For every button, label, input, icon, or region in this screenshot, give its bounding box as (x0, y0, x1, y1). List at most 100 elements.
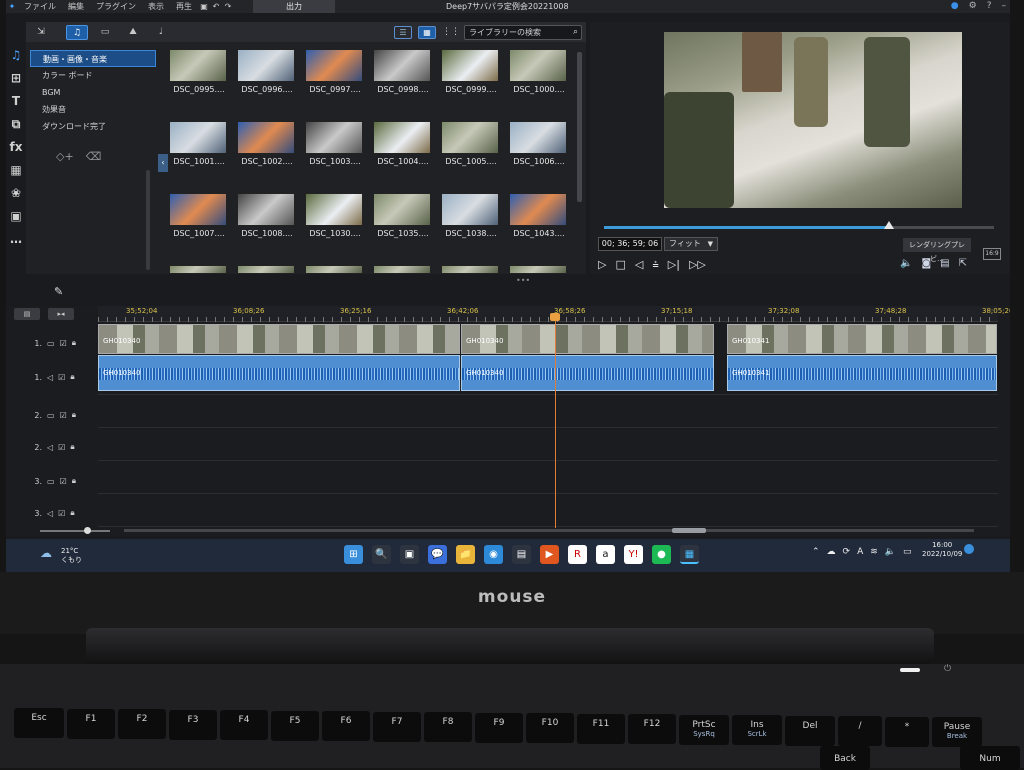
tab-all-media[interactable]: ♫ (66, 25, 88, 40)
lock-icon[interactable]: 🔒︎ (72, 476, 76, 486)
volume-icon[interactable]: 🔈 (900, 258, 912, 269)
render-preview-button[interactable]: レンダリングプレビ... (903, 238, 971, 263)
media-thumbnail-partial[interactable] (169, 265, 229, 274)
media-thumbnail[interactable]: DSC_1001.... (169, 121, 229, 166)
media-thumbnail[interactable]: DSC_0999.... (441, 49, 501, 94)
menu-play[interactable]: 再生 (170, 0, 198, 13)
media-thumbnail[interactable]: DSC_0998.... (373, 49, 433, 94)
media-thumbnail[interactable]: DSC_1035.... (373, 193, 433, 238)
more-icon[interactable]: … (6, 228, 26, 251)
lock-icon[interactable]: 🔒︎ (72, 338, 76, 348)
taskbar-clock[interactable]: 16:00 2022/10/09 (922, 541, 962, 559)
chat-icon[interactable]: 💬 (428, 545, 447, 564)
fast-forward-icon[interactable]: ▷▷ (689, 258, 706, 272)
timeline-ruler[interactable]: 35;52;04 36;08;26 36;25;16 36;42;06 36;58;26… (98, 306, 1010, 322)
wifi-icon[interactable]: ≋ (870, 545, 878, 559)
lock-icon[interactable]: 🔒︎ (72, 410, 76, 420)
lock-icon[interactable]: 🔒︎ (70, 372, 74, 382)
track-enable-checkbox[interactable]: ☑ (58, 443, 65, 452)
media-room-icon[interactable]: ♫ (6, 44, 26, 67)
prev-frame-icon[interactable]: ◁ (635, 258, 643, 272)
video-clip[interactable]: GH010340 (461, 324, 714, 354)
video-track-icon[interactable]: ▭ (47, 411, 55, 420)
import-icon[interactable]: ⇲ (30, 25, 52, 40)
timeline-zoom-handle[interactable] (84, 527, 91, 534)
lock-icon[interactable]: 🔒︎ (70, 508, 74, 518)
tab-video[interactable]: ▭ (94, 25, 116, 40)
playhead-line[interactable] (555, 318, 556, 528)
menu-edit[interactable]: 編集 (62, 0, 90, 13)
speaker-icon[interactable]: 🔈 (885, 545, 896, 559)
aspect-ratio-badge[interactable]: 16:9 (983, 248, 1001, 260)
file-explorer-icon[interactable]: 📁 (456, 545, 475, 564)
library-search-input[interactable]: ライブラリーの検索 ⌕ (464, 25, 582, 40)
start-icon[interactable]: ⊞ (344, 545, 363, 564)
category-sfx[interactable]: 効果音 (30, 101, 156, 118)
fit-timeline-button[interactable]: ▸◂ (48, 308, 74, 320)
redo-icon[interactable]: ↷ (222, 0, 234, 13)
media-thumbnail-partial[interactable] (373, 265, 433, 274)
key-del[interactable]: Del (785, 715, 835, 746)
chevron-up-icon[interactable]: ⌃ (812, 545, 820, 559)
key-f9[interactable]: F9 (475, 712, 523, 743)
account-icon[interactable]: ● (951, 0, 959, 13)
media-thumbnail[interactable]: DSC_0997.... (305, 49, 365, 94)
youtube-icon[interactable]: ▶ (540, 545, 559, 564)
audio-track-icon[interactable]: ◁ (47, 373, 53, 382)
undo-icon[interactable]: ↶ (210, 0, 222, 13)
menu-file[interactable]: ファイル (18, 0, 62, 13)
grid-view-icon[interactable]: ▦ (418, 26, 436, 39)
yahoo-icon[interactable]: Y! (624, 545, 643, 564)
subtitle-icon[interactable]: ▤ (940, 258, 949, 269)
minimize-icon[interactable]: – (1002, 0, 1007, 13)
more-grid-icon[interactable]: ⋮⋮ (440, 25, 462, 40)
library-scrollbar[interactable] (577, 52, 582, 202)
timeline-zoom-slider[interactable] (40, 530, 110, 532)
preview-scrubber-progress[interactable] (604, 226, 889, 229)
tab-image[interactable]: ⛰ (122, 25, 144, 40)
powerdirector-icon[interactable]: ▦ (680, 545, 699, 564)
video-clip[interactable]: GH010341 (727, 324, 997, 354)
menu-plugin[interactable]: プラグイン (90, 0, 142, 13)
key-f6[interactable]: F6 (322, 711, 370, 741)
timecode-display[interactable]: 00; 36; 59; 06 (598, 237, 662, 251)
media-thumbnail-partial[interactable] (509, 265, 569, 274)
media-thumbnail[interactable]: DSC_1005.... (441, 121, 501, 166)
notification-icon[interactable] (964, 544, 974, 554)
playhead-handle[interactable] (550, 313, 560, 321)
cloud-sync-icon[interactable]: ☁ (827, 545, 836, 559)
video-track-icon[interactable]: ▭ (47, 339, 55, 348)
media-thumbnail[interactable]: DSC_0996.... (237, 49, 297, 94)
split-icon[interactable]: ⩮ (652, 258, 658, 272)
settings-icon[interactable]: ⚙ (969, 0, 977, 13)
key-f4[interactable]: F4 (220, 710, 268, 740)
track-enable-checkbox[interactable]: ☑ (60, 339, 67, 348)
key-[interactable]: / (838, 716, 882, 746)
key-esc[interactable]: Esc (14, 708, 64, 738)
audio-clip[interactable]: GH010341 (727, 355, 997, 391)
timeline-scroll-thumb[interactable] (672, 528, 706, 533)
zoom-fit-select[interactable]: フィット ▼ (664, 237, 718, 251)
media-thumbnail[interactable]: DSC_1003.... (305, 121, 365, 166)
output-tab[interactable]: 出力 (253, 0, 335, 13)
category-color-board[interactable]: カラー ボード (30, 67, 156, 84)
pen-icon[interactable]: ✎ (54, 285, 63, 298)
media-thumbnail-partial[interactable] (237, 265, 297, 274)
category-bgm[interactable]: BGM (30, 84, 156, 101)
key-f7[interactable]: F7 (373, 711, 421, 742)
key-[interactable]: * (885, 716, 929, 747)
help-icon[interactable]: ? (987, 0, 992, 13)
notepad-icon[interactable]: ▤ (512, 545, 531, 564)
media-thumbnail[interactable]: DSC_1008.... (237, 193, 297, 238)
audio-clip[interactable]: GH010340 (98, 355, 460, 391)
ime-icon[interactable]: A (857, 545, 863, 559)
preview-video-frame[interactable] (664, 32, 962, 208)
media-thumbnail-partial[interactable] (441, 265, 501, 274)
category-scrollbar[interactable] (146, 170, 150, 270)
video-track-icon[interactable]: ▭ (47, 477, 55, 486)
track-manager-button[interactable]: ▤ (14, 308, 40, 320)
key-f2[interactable]: F2 (118, 709, 166, 739)
video-clip[interactable]: GH010340 (98, 324, 460, 354)
sync-icon[interactable]: ⟳ (843, 545, 851, 559)
key-f5[interactable]: F5 (271, 710, 319, 741)
